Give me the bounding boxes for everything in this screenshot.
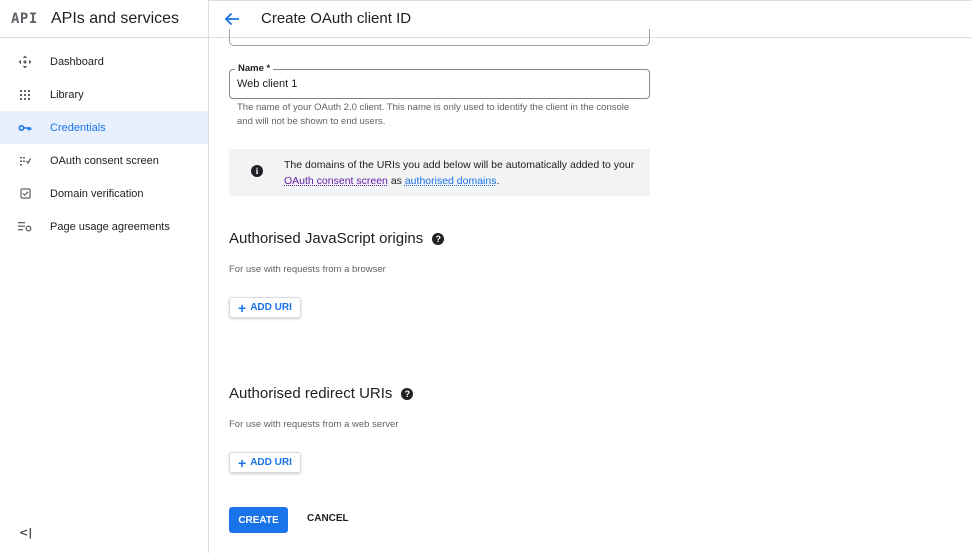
authorised-domains-link[interactable]: authorised domains bbox=[405, 175, 497, 187]
sidebar-item-label: OAuth consent screen bbox=[50, 154, 159, 167]
info-text: The domains of the URIs you add below wi… bbox=[284, 158, 644, 189]
add-uri-label: ADD URI bbox=[250, 302, 292, 313]
js-origins-subtitle: For use with requests from a browser bbox=[229, 264, 386, 275]
plus-icon: + bbox=[238, 299, 247, 316]
sidebar-nav: Dashboard Library Credentials OAuth cons… bbox=[0, 45, 208, 243]
sidebar-item-label: Library bbox=[50, 88, 84, 101]
oauth-consent-screen-link[interactable]: OAuth consent screen bbox=[284, 175, 388, 187]
api-logo: API bbox=[11, 10, 38, 27]
previous-field[interactable] bbox=[229, 29, 650, 46]
plus-icon: + bbox=[238, 454, 247, 471]
redirect-uris-title: Authorised redirect URIs bbox=[229, 385, 393, 402]
sidebar-item-credentials[interactable]: Credentials bbox=[0, 111, 208, 144]
add-uri-label: ADD URI bbox=[250, 457, 292, 468]
help-icon[interactable]: ? bbox=[432, 232, 445, 245]
sidebar-item-label: Domain verification bbox=[50, 187, 144, 200]
sidebar-item-label: Dashboard bbox=[50, 55, 104, 68]
sidebar-header: API APIs and services bbox=[0, 0, 208, 38]
redirect-uris-subtitle: For use with requests from a web server bbox=[229, 419, 399, 430]
info-text-part: as bbox=[387, 174, 405, 187]
cancel-button[interactable]: CANCEL bbox=[307, 513, 349, 524]
info-text-part: The domains of the URIs you add below wi… bbox=[284, 159, 635, 171]
key-icon bbox=[0, 123, 50, 133]
name-field[interactable]: Name * bbox=[229, 63, 650, 99]
name-label: Name * bbox=[235, 63, 274, 74]
name-input[interactable] bbox=[237, 78, 637, 90]
settings-list-icon bbox=[0, 221, 50, 232]
back-arrow-icon[interactable] bbox=[224, 10, 242, 28]
sidebar-item-label: Page usage agreements bbox=[50, 220, 170, 233]
sidebar-title: APIs and services bbox=[51, 9, 180, 27]
sidebar-item-page-usage[interactable]: Page usage agreements bbox=[0, 210, 208, 243]
consent-icon bbox=[0, 155, 50, 167]
redirect-uris-heading: Authorised redirect URIs ? bbox=[229, 385, 414, 402]
js-origins-heading: Authorised JavaScript origins ? bbox=[229, 230, 445, 247]
add-redirect-uri-button[interactable]: + ADD URI bbox=[229, 452, 301, 473]
dashboard-icon bbox=[0, 55, 50, 69]
sidebar-item-oauth-consent[interactable]: OAuth consent screen bbox=[0, 144, 208, 177]
info-banner: i The domains of the URIs you add below … bbox=[229, 149, 650, 196]
create-button[interactable]: CREATE bbox=[229, 507, 288, 533]
js-origins-title: Authorised JavaScript origins bbox=[229, 230, 424, 247]
help-icon[interactable]: ? bbox=[401, 387, 414, 400]
library-icon bbox=[0, 89, 50, 101]
main-content: Name * The name of your OAuth 2.0 client… bbox=[209, 29, 971, 553]
sidebar-item-dashboard[interactable]: Dashboard bbox=[0, 45, 208, 78]
name-helper-text: The name of your OAuth 2.0 client. This … bbox=[237, 102, 630, 127]
info-icon: i bbox=[251, 165, 263, 177]
sidebar-item-domain-verification[interactable]: Domain verification bbox=[0, 177, 208, 210]
sidebar-item-label: Credentials bbox=[50, 121, 106, 134]
collapse-sidebar-button[interactable]: <| bbox=[19, 526, 32, 539]
info-text-part: . bbox=[496, 174, 500, 187]
sidebar-item-library[interactable]: Library bbox=[0, 78, 208, 111]
add-js-origin-button[interactable]: + ADD URI bbox=[229, 297, 301, 318]
sidebar: API APIs and services Dashboard Library … bbox=[0, 0, 209, 553]
checkbox-icon bbox=[0, 188, 50, 199]
page-title: Create OAuth client ID bbox=[261, 10, 412, 27]
